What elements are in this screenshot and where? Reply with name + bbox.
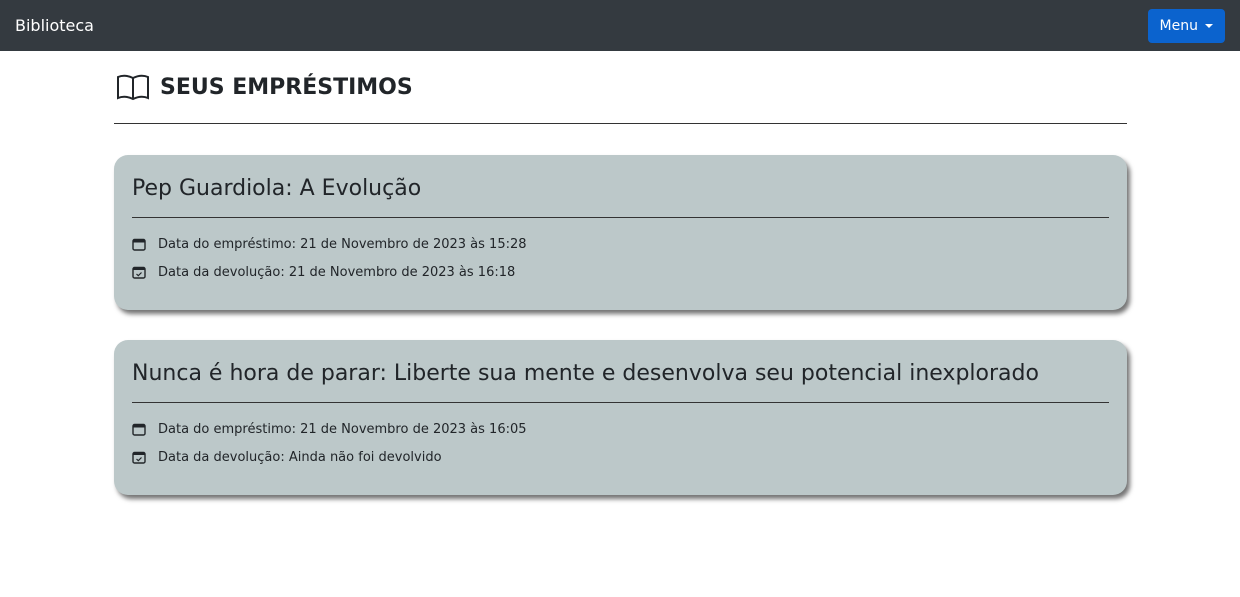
- calendar-check-icon: [132, 266, 146, 279]
- book-open-icon: [117, 74, 149, 101]
- page-title: SEUS EMPRÉSTIMOS: [114, 51, 1127, 124]
- brand-link[interactable]: Biblioteca: [15, 16, 94, 35]
- loan-title: Pep Guardiola: A Evolução: [132, 155, 1109, 218]
- main-content: SEUS EMPRÉSTIMOS Pep Guardiola: A Evoluç…: [114, 51, 1127, 495]
- loan-date-row: Data do empréstimo: 21 de Novembro de 20…: [132, 230, 1109, 258]
- loan-date: Data do empréstimo: 21 de Novembro de 20…: [158, 236, 527, 252]
- return-date-row: Data da devolução: Ainda não foi devolvi…: [132, 443, 1109, 471]
- return-date-row: Data da devolução: 21 de Novembro de 202…: [132, 258, 1109, 286]
- menu-label: Menu: [1159, 17, 1198, 34]
- calendar-icon: [132, 238, 146, 251]
- loan-title: Nunca é hora de parar: Liberte sua mente…: [132, 340, 1109, 403]
- loan-card: Nunca é hora de parar: Liberte sua mente…: [114, 340, 1127, 495]
- return-date: Data da devolução: Ainda não foi devolvi…: [158, 449, 442, 465]
- calendar-icon: [132, 423, 146, 436]
- menu-dropdown-button[interactable]: Menu: [1147, 8, 1225, 43]
- caret-down-icon: [1205, 23, 1213, 28]
- calendar-check-icon: [132, 451, 146, 464]
- loan-card: Pep Guardiola: A Evolução Data do emprés…: [114, 155, 1127, 310]
- page-title-text: SEUS EMPRÉSTIMOS: [160, 74, 413, 100]
- return-date: Data da devolução: 21 de Novembro de 202…: [158, 264, 516, 280]
- loan-date: Data do empréstimo: 21 de Novembro de 20…: [158, 421, 527, 437]
- navbar: Biblioteca Menu: [0, 0, 1240, 51]
- loan-date-row: Data do empréstimo: 21 de Novembro de 20…: [132, 415, 1109, 443]
